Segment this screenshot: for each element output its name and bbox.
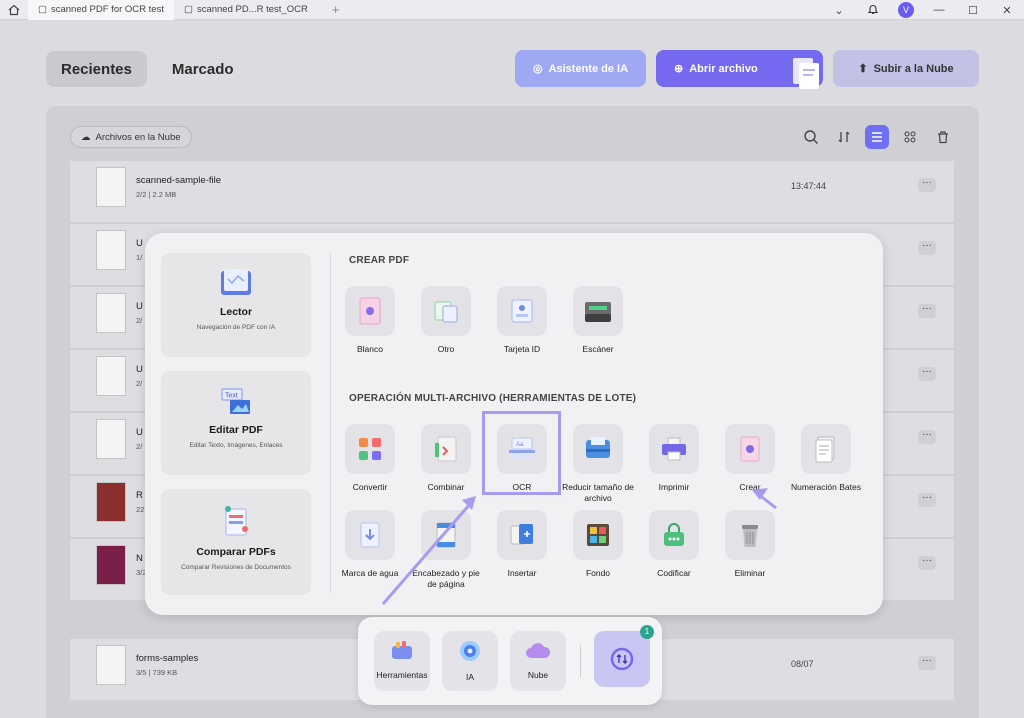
- dock-label: IA: [465, 672, 475, 682]
- dock-label: Nube: [527, 670, 549, 680]
- dock-tools[interactable]: Herramientas: [374, 631, 430, 691]
- notification-badge: 1: [640, 625, 654, 639]
- cloud-icon: [526, 643, 551, 658]
- sync-icon: [610, 647, 634, 671]
- annotation-arrows: [381, 488, 777, 605]
- ai-orb-icon: [460, 641, 480, 661]
- sync-button[interactable]: 1: [594, 625, 654, 687]
- dock-label: Herramientas: [376, 670, 428, 680]
- toolbox-icon: [392, 641, 412, 659]
- dock-cloud[interactable]: Nube: [510, 631, 566, 691]
- dock-ai[interactable]: IA: [442, 631, 498, 691]
- dock-divider: [580, 645, 581, 677]
- bottom-dock: Herramientas IA Nube 1: [358, 617, 662, 705]
